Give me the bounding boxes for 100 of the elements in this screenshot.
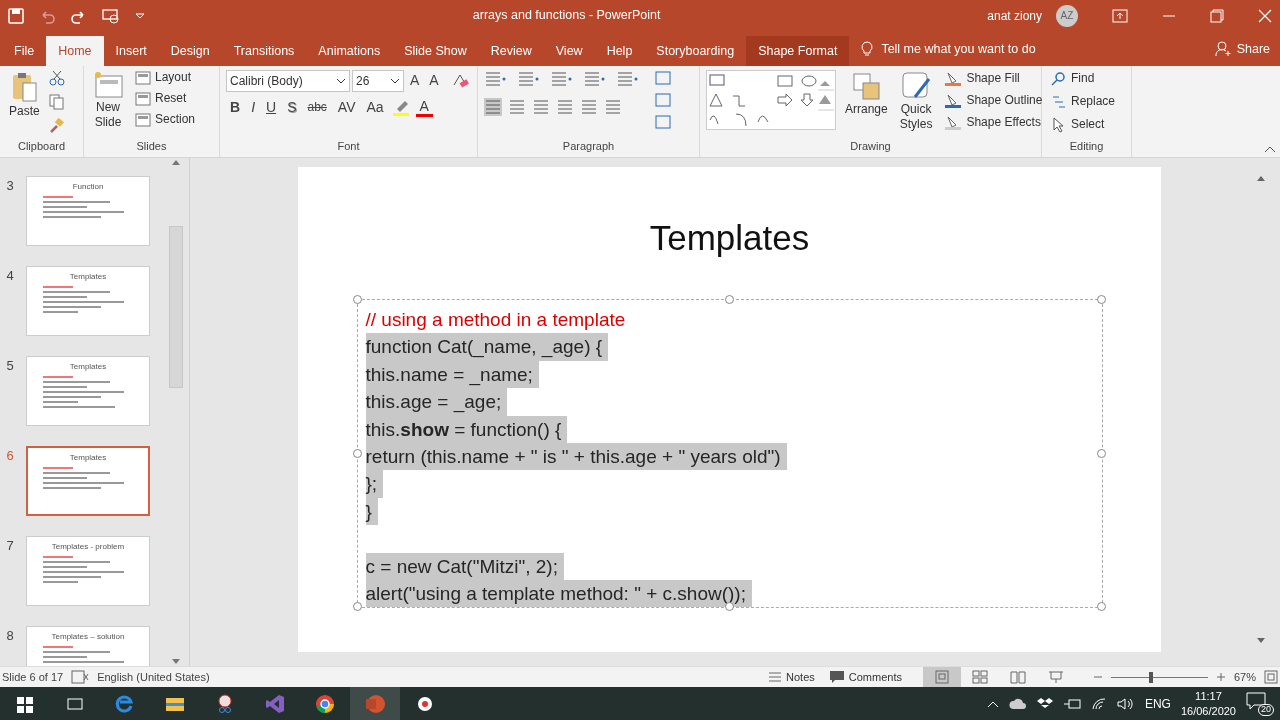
decrease-font-button[interactable]: A	[425, 71, 443, 91]
chevron-up-icon[interactable]	[986, 699, 999, 708]
slideshow-icon[interactable]	[1047, 670, 1064, 684]
scissors-icon[interactable]	[48, 70, 65, 86]
ribbon-tab[interactable]: Transitions	[221, 35, 307, 66]
battery-plug-icon[interactable]	[1062, 696, 1081, 711]
language-label[interactable]: English (United States)	[97, 668, 210, 686]
resize-handle[interactable]	[1096, 448, 1106, 458]
font-style-button[interactable]: U	[262, 98, 281, 118]
search-icon	[1051, 71, 1067, 87]
ribbon-tab[interactable]: Insert	[103, 35, 159, 66]
resize-handle[interactable]	[352, 448, 362, 458]
font-size-dropdown[interactable]: 26	[352, 70, 404, 92]
notification-center[interactable]: 20	[1246, 691, 1274, 716]
arrange-button[interactable]: Arrange	[842, 70, 891, 138]
copy-icon[interactable]	[48, 94, 65, 110]
ribbon-tab[interactable]: Storyboarding	[644, 35, 747, 66]
scroll-up-icon[interactable]	[1257, 175, 1265, 181]
ribbon-tab[interactable]: Help	[594, 35, 645, 66]
notes-button[interactable]: Notes	[765, 669, 818, 685]
font-color-button[interactable]: A	[415, 98, 433, 117]
slides-app-icon[interactable]	[365, 693, 385, 714]
resize-handle[interactable]	[724, 295, 734, 304]
quick-styles-button[interactable]: Quick Styles	[896, 70, 936, 138]
paste-button[interactable]: Paste	[6, 70, 43, 138]
reset-button[interactable]: Reset	[132, 91, 199, 107]
justify-icon[interactable]	[556, 98, 574, 116]
fit-to-window-icon[interactable]	[1264, 670, 1278, 684]
ribbon-tab[interactable]: Shape Format	[746, 35, 850, 66]
presentation-icon[interactable]	[102, 7, 120, 24]
ribbon-tab[interactable]: File	[2, 35, 47, 66]
layout-icon	[135, 71, 151, 85]
shapes-gallery[interactable]	[706, 70, 836, 130]
font-name-dropdown[interactable]: Calibri (Body)	[226, 70, 350, 92]
scissors-icon[interactable]	[215, 693, 235, 714]
wifi-icon[interactable]	[1090, 696, 1107, 711]
scrollbar-thumb[interactable]	[169, 226, 183, 388]
find-button[interactable]: Find	[1048, 70, 1119, 88]
reading-view-icon[interactable]	[1009, 670, 1026, 684]
dropbox-icon[interactable]	[1036, 696, 1053, 711]
display-options-icon[interactable]	[1112, 8, 1128, 23]
shape-fill-button[interactable]: Shape Fill	[941, 70, 1046, 88]
shape-effects-button[interactable]: Shape Effects	[941, 114, 1046, 132]
font-style-button[interactable]: S	[283, 98, 301, 118]
ribbon-tab[interactable]: Slide Show	[392, 35, 479, 66]
resize-handle[interactable]	[1096, 602, 1106, 611]
replace-button[interactable]: Replace	[1048, 93, 1119, 111]
scroll-down-icon[interactable]	[1257, 638, 1265, 644]
comments-button[interactable]: Comments	[825, 669, 905, 685]
normal-view-icon[interactable]	[933, 670, 950, 684]
resize-handle[interactable]	[352, 295, 362, 304]
share-person-icon[interactable]	[1214, 41, 1231, 57]
ribbon-tab[interactable]: View	[543, 35, 595, 66]
clock[interactable]: 11:17 16/06/2020	[1180, 689, 1236, 718]
browser-icon[interactable]	[115, 693, 135, 714]
increase-font-button[interactable]: A	[406, 71, 424, 91]
notes-icon	[768, 671, 783, 683]
visual-studio-icon[interactable]	[265, 693, 285, 714]
font-style-button[interactable]: B	[226, 98, 245, 118]
select-button[interactable]: Select	[1048, 116, 1119, 134]
volume-icon[interactable]	[1116, 696, 1135, 711]
font-style-button[interactable]: AV	[333, 98, 360, 118]
save-icon[interactable]	[8, 7, 24, 24]
cloud-icon[interactable]	[1008, 696, 1027, 711]
notification-count: 20	[1258, 704, 1274, 716]
align-center-icon[interactable]	[508, 98, 526, 116]
layout-button[interactable]: Layout	[132, 70, 199, 86]
restore-icon[interactable]	[1210, 8, 1224, 23]
share-button[interactable]: Share	[1236, 42, 1270, 56]
ribbon-tab[interactable]: Review	[478, 35, 544, 66]
user-avatar[interactable]: AZ	[1056, 4, 1078, 27]
tell-me-search[interactable]: Tell me what you want to do	[881, 42, 1036, 56]
font-style-button[interactable]: Aa	[362, 98, 388, 118]
align-right-icon[interactable]	[532, 98, 550, 116]
shape-outline-button[interactable]: Shape Outline	[941, 92, 1046, 110]
language-indicator[interactable]: ENG	[1144, 694, 1171, 713]
slide-sorter-icon[interactable]	[971, 670, 988, 684]
resize-handle[interactable]	[352, 602, 362, 611]
close-icon[interactable]	[1258, 8, 1272, 23]
align-left-icon[interactable]	[484, 98, 502, 116]
resize-handle[interactable]	[1096, 295, 1106, 304]
ribbon-tab[interactable]: Home	[46, 35, 104, 66]
zoom-percent[interactable]: 67%	[1233, 668, 1256, 686]
clipboard-icon	[11, 71, 38, 103]
zoom-in-icon[interactable]	[1215, 672, 1226, 682]
collapse-ribbon-icon[interactable]	[1264, 145, 1276, 153]
font-style-button[interactable]: I	[247, 98, 259, 118]
font-style-button[interactable]: abc	[303, 99, 331, 117]
new-slide-button[interactable]: New Slide	[90, 70, 126, 138]
format-painter-icon[interactable]	[48, 118, 65, 134]
bullets-icon[interactable]	[484, 70, 508, 88]
zoom-slider-thumb[interactable]	[1148, 671, 1153, 683]
paint-bucket-icon	[944, 71, 963, 87]
section-button[interactable]: Section	[132, 112, 199, 128]
spelling-icon[interactable]	[71, 670, 90, 684]
ribbon-tab[interactable]: Design	[158, 35, 222, 66]
pencil-icon	[944, 93, 963, 109]
group-label: Slides	[135, 138, 168, 154]
ribbon-tab[interactable]: Animations	[306, 35, 393, 66]
chrome-icon[interactable]	[315, 693, 335, 714]
